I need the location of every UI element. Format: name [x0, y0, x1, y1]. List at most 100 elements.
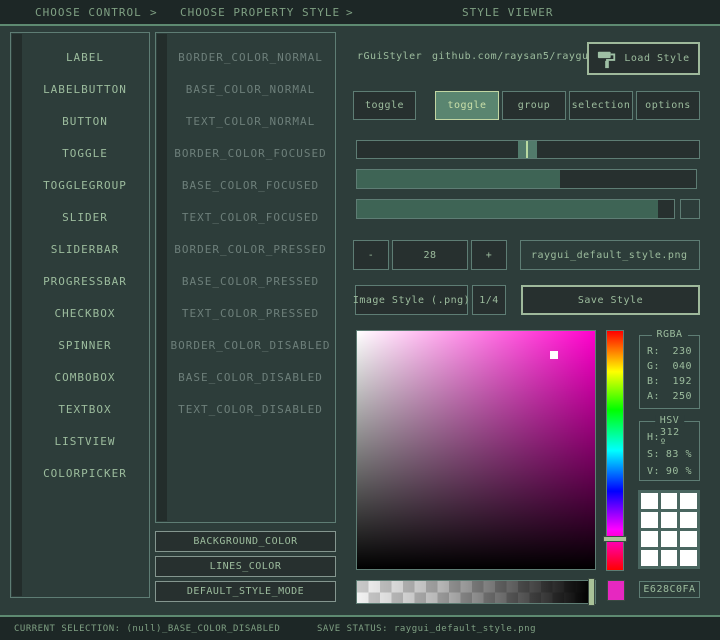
control-list-item[interactable]: SLIDERBAR — [22, 234, 148, 266]
top-divider — [0, 24, 720, 26]
controls-list: LABELLABELBUTTONBUTTONTOGGLETOGGLEGROUPS… — [22, 42, 148, 490]
control-list-item[interactable]: TOGGLEGROUP — [22, 170, 148, 202]
control-list-item[interactable]: PROGRESSBAR — [22, 266, 148, 298]
property-list-item[interactable]: BASE_COLOR_NORMAL — [167, 74, 334, 106]
palette-cell[interactable] — [680, 512, 697, 528]
properties-scrollbar[interactable] — [157, 34, 167, 521]
hex-value-box[interactable]: E628C0FA — [639, 581, 700, 598]
hsv-title: HSV — [655, 415, 685, 426]
save-style-button[interactable]: Save Style — [521, 285, 700, 315]
lines-color-button[interactable]: LINES_COLOR — [155, 556, 336, 577]
control-list-item[interactable]: TEXTBOX — [22, 394, 148, 426]
controls-scrollbar[interactable] — [12, 34, 22, 596]
rgba-row-value: 250 — [672, 391, 692, 402]
rgba-row: A: 250 — [640, 389, 699, 404]
property-list-item[interactable]: BORDER_COLOR_DISABLED — [167, 330, 334, 362]
property-list-item[interactable]: TEXT_COLOR_FOCUSED — [167, 202, 334, 234]
hsv-row-label: S: — [647, 449, 660, 460]
load-style-button[interactable]: Load Style — [587, 42, 700, 75]
hue-bar[interactable] — [606, 330, 624, 571]
hsv-row: S: 83 % — [640, 446, 699, 463]
rgba-row-value: 040 — [672, 361, 692, 372]
background-color-button[interactable]: BACKGROUND_COLOR — [155, 531, 336, 552]
control-list-item[interactable]: SLIDER — [22, 202, 148, 234]
slider[interactable] — [356, 140, 700, 159]
rgba-row-label: B: — [647, 376, 660, 387]
toggle-group-option[interactable]: options — [636, 91, 700, 120]
palette-cell[interactable] — [680, 493, 697, 509]
alpha-bar[interactable] — [356, 580, 596, 604]
properties-list: BORDER_COLOR_NORMALBASE_COLOR_NORMALTEXT… — [167, 42, 334, 426]
spinner-increment-button[interactable]: + — [471, 240, 507, 270]
repo-link[interactable]: github.com/raysan5/raygui — [432, 51, 595, 62]
properties-listbox: BORDER_COLOR_NORMALBASE_COLOR_NORMALTEXT… — [155, 32, 336, 523]
hsv-row-label: H: — [647, 432, 660, 443]
control-list-item[interactable]: CHECKBOX — [22, 298, 148, 330]
current-color-swatch — [607, 580, 625, 601]
standalone-toggle[interactable]: toggle — [353, 91, 416, 120]
hsv-row-value: 90 % — [666, 466, 692, 477]
rgba-row: G: 040 — [640, 359, 699, 374]
control-list-item[interactable]: SPINNER — [22, 330, 148, 362]
palette-grid — [638, 490, 700, 569]
palette-cell[interactable] — [641, 512, 658, 528]
rguistyler-window: CHOOSE CONTROL > CHOOSE PROPERTY STYLE >… — [0, 0, 720, 640]
property-list-item[interactable]: TEXT_COLOR_PRESSED — [167, 298, 334, 330]
breadcrumb-style-viewer: STYLE VIEWER — [462, 6, 553, 19]
control-list-item[interactable]: COLORPICKER — [22, 458, 148, 490]
top-bar: CHOOSE CONTROL > CHOOSE PROPERTY STYLE >… — [0, 0, 720, 24]
palette-cell[interactable] — [641, 493, 658, 509]
palette-cell[interactable] — [661, 512, 678, 528]
hue-handle[interactable] — [603, 536, 627, 542]
palette-cell[interactable] — [641, 550, 658, 566]
control-list-item[interactable]: LABELBUTTON — [22, 74, 148, 106]
property-list-item[interactable]: TEXT_COLOR_DISABLED — [167, 394, 334, 426]
filename-textbox[interactable]: raygui_default_style.png — [520, 240, 700, 270]
property-list-item[interactable]: BORDER_COLOR_NORMAL — [167, 42, 334, 74]
checkbox[interactable] — [680, 199, 700, 219]
style-format-combobox[interactable]: Image Style (.png) — [355, 285, 468, 315]
sliderbar-fill — [357, 170, 560, 188]
toggle-group: togglegroupselectionoptions — [435, 91, 700, 120]
rgba-row-label: G: — [647, 361, 660, 372]
saturation-value-panel[interactable] — [356, 330, 596, 570]
property-list-item[interactable]: BORDER_COLOR_FOCUSED — [167, 138, 334, 170]
control-list-item[interactable]: BUTTON — [22, 106, 148, 138]
property-list-item[interactable]: TEXT_COLOR_NORMAL — [167, 106, 334, 138]
slider-handle[interactable] — [518, 141, 537, 158]
palette-cell[interactable] — [661, 531, 678, 547]
property-list-item[interactable]: BASE_COLOR_FOCUSED — [167, 170, 334, 202]
property-list-item[interactable]: BASE_COLOR_DISABLED — [167, 362, 334, 394]
control-list-item[interactable]: COMBOBOX — [22, 362, 148, 394]
spinner-decrement-button[interactable]: - — [353, 240, 389, 270]
controls-listbox: LABELLABELBUTTONBUTTONTOGGLETOGGLEGROUPS… — [10, 32, 150, 598]
palette-cell[interactable] — [680, 550, 697, 566]
palette-cell[interactable] — [661, 493, 678, 509]
palette-cell[interactable] — [641, 531, 658, 547]
hsv-row-value: 312 º — [660, 427, 692, 449]
alpha-handle[interactable] — [588, 578, 595, 606]
control-list-item[interactable]: LABEL — [22, 42, 148, 74]
default-style-mode-button[interactable]: DEFAULT_STYLE_MODE — [155, 581, 336, 602]
control-list-item[interactable]: LISTVIEW — [22, 426, 148, 458]
rgba-row-label: R: — [647, 346, 660, 357]
format-counter[interactable]: 1/4 — [472, 285, 506, 315]
spinner-value[interactable]: 28 — [392, 240, 468, 270]
sv-cursor[interactable] — [550, 351, 558, 359]
current-selection-status: CURRENT SELECTION: (null)_BASE_COLOR_DIS… — [14, 624, 280, 634]
control-list-item[interactable]: TOGGLE — [22, 138, 148, 170]
property-list-item[interactable]: BASE_COLOR_PRESSED — [167, 266, 334, 298]
status-bar: CURRENT SELECTION: (null)_BASE_COLOR_DIS… — [0, 617, 720, 640]
palette-cell[interactable] — [680, 531, 697, 547]
sliderbar[interactable] — [356, 169, 697, 189]
toggle-group-option[interactable]: selection — [569, 91, 633, 120]
toggle-group-option[interactable]: toggle — [435, 91, 499, 120]
toggle-group-option[interactable]: group — [502, 91, 566, 120]
hsv-row-value: 83 % — [666, 449, 692, 460]
rgba-rows: R: 230 G: 040 B: 192 A: 250 — [640, 344, 699, 404]
property-list-item[interactable]: BORDER_COLOR_PRESSED — [167, 234, 334, 266]
load-style-label: Load Style — [624, 53, 689, 64]
rgba-groupbox: RGBA R: 230 G: 040 B: 192 A: 250 — [639, 335, 700, 409]
rgba-row-value: 192 — [672, 376, 692, 387]
palette-cell[interactable] — [661, 550, 678, 566]
